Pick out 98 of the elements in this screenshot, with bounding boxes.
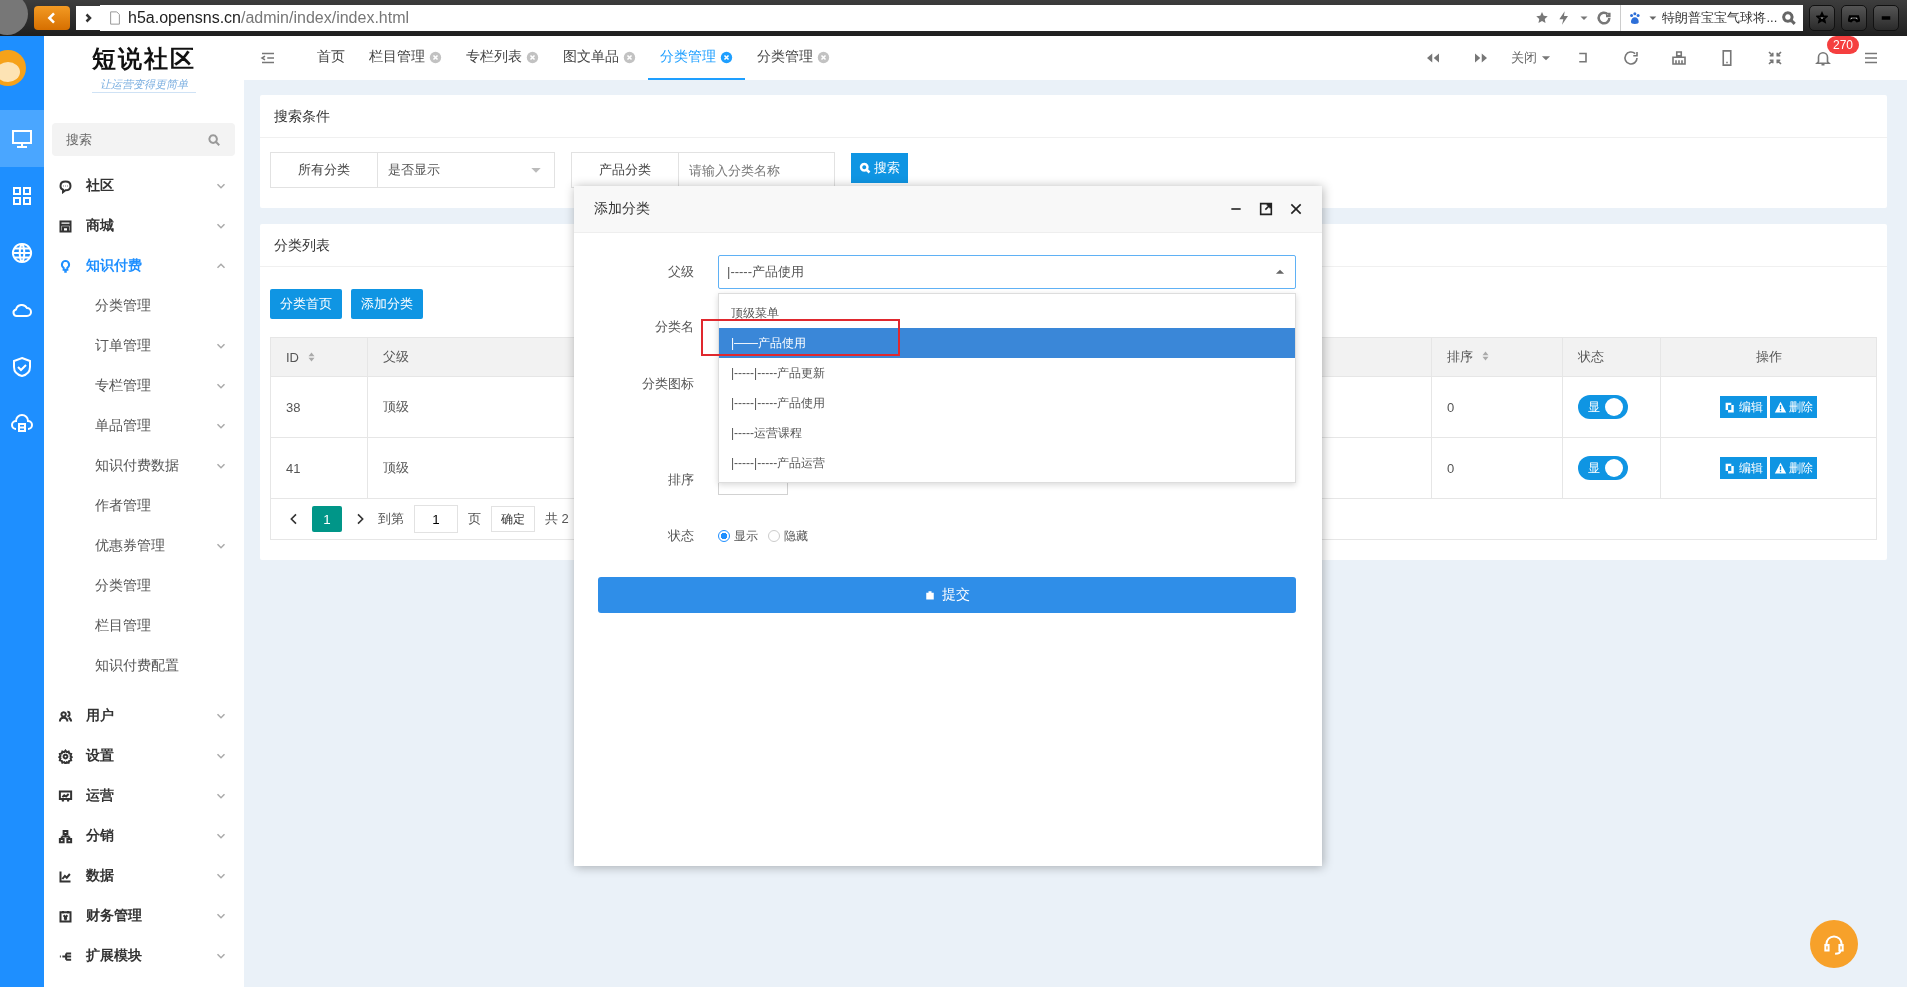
close-menu-button[interactable]: 关闭 (1505, 49, 1559, 67)
globe-icon (10, 240, 34, 265)
table-cell: 0 (1431, 437, 1563, 499)
submenu-item[interactable]: 优惠券管理 (44, 526, 244, 566)
parent-select[interactable]: |-----产品使用 (718, 255, 1296, 289)
menu-item[interactable]: 运营 (44, 776, 244, 816)
search-field[interactable]: 搜索 (52, 123, 235, 156)
menu-item[interactable]: 用户 (44, 696, 244, 736)
refresh-icon[interactable] (1596, 10, 1612, 26)
select-field[interactable]: 是否显示 (378, 152, 555, 188)
warning-icon (1774, 461, 1787, 475)
search-icon (859, 162, 871, 174)
radio-option[interactable]: 隐藏 (768, 527, 808, 545)
submenu-item[interactable]: 单品管理 (44, 406, 244, 446)
copy-icon (1724, 461, 1737, 475)
tab[interactable]: 首页 (305, 36, 357, 80)
submenu-item[interactable]: 知识付费配置 (44, 646, 244, 686)
chat-icon (58, 178, 73, 194)
menu-item[interactable]: 设置 (44, 736, 244, 776)
more-button[interactable] (1873, 5, 1899, 31)
radio-option[interactable]: 显示 (718, 527, 758, 545)
dropdown-option[interactable]: 顶级菜单 (719, 298, 1295, 328)
bag-icon (924, 589, 936, 601)
menu-item[interactable]: 商城 (44, 206, 244, 246)
back-button[interactable] (34, 6, 70, 30)
submenu-item[interactable]: 栏目管理 (44, 606, 244, 646)
calendar-icon (58, 908, 73, 924)
submenu-item[interactable]: 作者管理 (44, 486, 244, 526)
broom-icon[interactable] (1670, 49, 1688, 67)
compress-icon[interactable] (1766, 49, 1784, 67)
tab[interactable]: 栏目管理 (357, 36, 454, 80)
search-icon[interactable] (207, 132, 221, 147)
menu-item[interactable]: 社区 (44, 166, 244, 206)
brand-slogan: 让运营变得更简单 (92, 77, 196, 93)
filter-label: 所有分类 (270, 152, 378, 188)
field-label: 分类名 (654, 318, 695, 336)
search-icon[interactable] (1781, 10, 1797, 26)
page-input[interactable]: 1 (414, 505, 458, 533)
submenu-item[interactable]: 专栏管理 (44, 366, 244, 406)
submenu-item[interactable]: 知识付费数据 (44, 446, 244, 486)
paw-icon (1627, 10, 1643, 26)
copy-icon (1724, 400, 1737, 414)
dropdown-option[interactable]: |——产品使用 (719, 328, 1295, 358)
goto-label: 到第 (378, 510, 404, 528)
dropdown-option[interactable]: |-----|-----产品使用 (719, 388, 1295, 418)
submenu-item[interactable]: 分类管理 (44, 566, 244, 606)
presentation-icon (58, 788, 73, 804)
column-header: 排序 (1431, 337, 1563, 377)
table-cell: 38 (270, 376, 368, 438)
warning-icon (1774, 400, 1787, 414)
submenu-item[interactable]: 订单管理 (44, 326, 244, 366)
field-label: 排序 (667, 471, 695, 489)
search-text: 特朗普宝宝气球将... (1662, 9, 1778, 27)
star-icon (1816, 10, 1828, 26)
field-label: 分类图标 (641, 375, 695, 393)
search-field[interactable]: 特朗普宝宝气球将... (1620, 5, 1803, 31)
gear-icon (58, 748, 73, 764)
dropdown-option[interactable]: |-----|-----产品运营 (719, 448, 1295, 478)
favorites-button[interactable] (1809, 5, 1835, 31)
field-label: 状态 (667, 527, 695, 545)
tab[interactable]: 分类管理 (745, 36, 842, 80)
column-header: ID (270, 337, 368, 377)
tab[interactable]: 图文单品 (551, 36, 648, 80)
total-count: 共 2 (545, 510, 569, 528)
menu-item[interactable]: 分销 (44, 816, 244, 856)
gamepad-button[interactable] (1841, 5, 1867, 31)
dialog-title: 添加分类 (594, 200, 650, 218)
confirm-button[interactable]: 确定 (491, 506, 535, 532)
store-icon (58, 218, 73, 234)
input-field[interactable]: 请输入分类名称 (679, 152, 835, 188)
page-number[interactable]: 1 (312, 506, 342, 532)
refresh-icon[interactable] (1622, 49, 1640, 67)
table-cell: 0 (1431, 376, 1563, 438)
table-cell: 41 (270, 437, 368, 499)
close-icon[interactable] (1288, 201, 1304, 217)
column-header: 操作 (1660, 337, 1877, 377)
menu-item[interactable]: 数据 (44, 856, 244, 896)
notification-badge: 270 (1827, 36, 1860, 54)
address-field[interactable]: h5a.opensns.cn/admin/index/index.html (100, 5, 1620, 31)
avatar-icon[interactable] (0, 48, 28, 88)
tab[interactable]: 专栏列表 (454, 36, 551, 80)
page-icon (108, 10, 122, 26)
menu-item[interactable]: 扩展模块 (44, 936, 244, 976)
url-text: h5a.opensns.cn/admin/index/index.html (128, 9, 410, 27)
submenu-item[interactable]: 分类管理 (44, 286, 244, 326)
users-icon (58, 708, 73, 724)
card-title: 搜索条件 (260, 95, 1887, 138)
lightbulb-icon (58, 258, 73, 274)
menu-item[interactable]: 财务管理 (44, 896, 244, 936)
sitemap-icon (58, 828, 73, 844)
page-unit: 页 (468, 510, 481, 528)
brand-title: 短说社区 (92, 44, 196, 74)
forward-button[interactable] (76, 6, 100, 30)
shield-check-icon (10, 354, 34, 379)
maximize-icon[interactable] (1258, 201, 1274, 217)
column-header: 状态 (1562, 337, 1661, 377)
bell-icon[interactable] (1814, 49, 1832, 67)
search-placeholder: 搜索 (66, 130, 93, 149)
